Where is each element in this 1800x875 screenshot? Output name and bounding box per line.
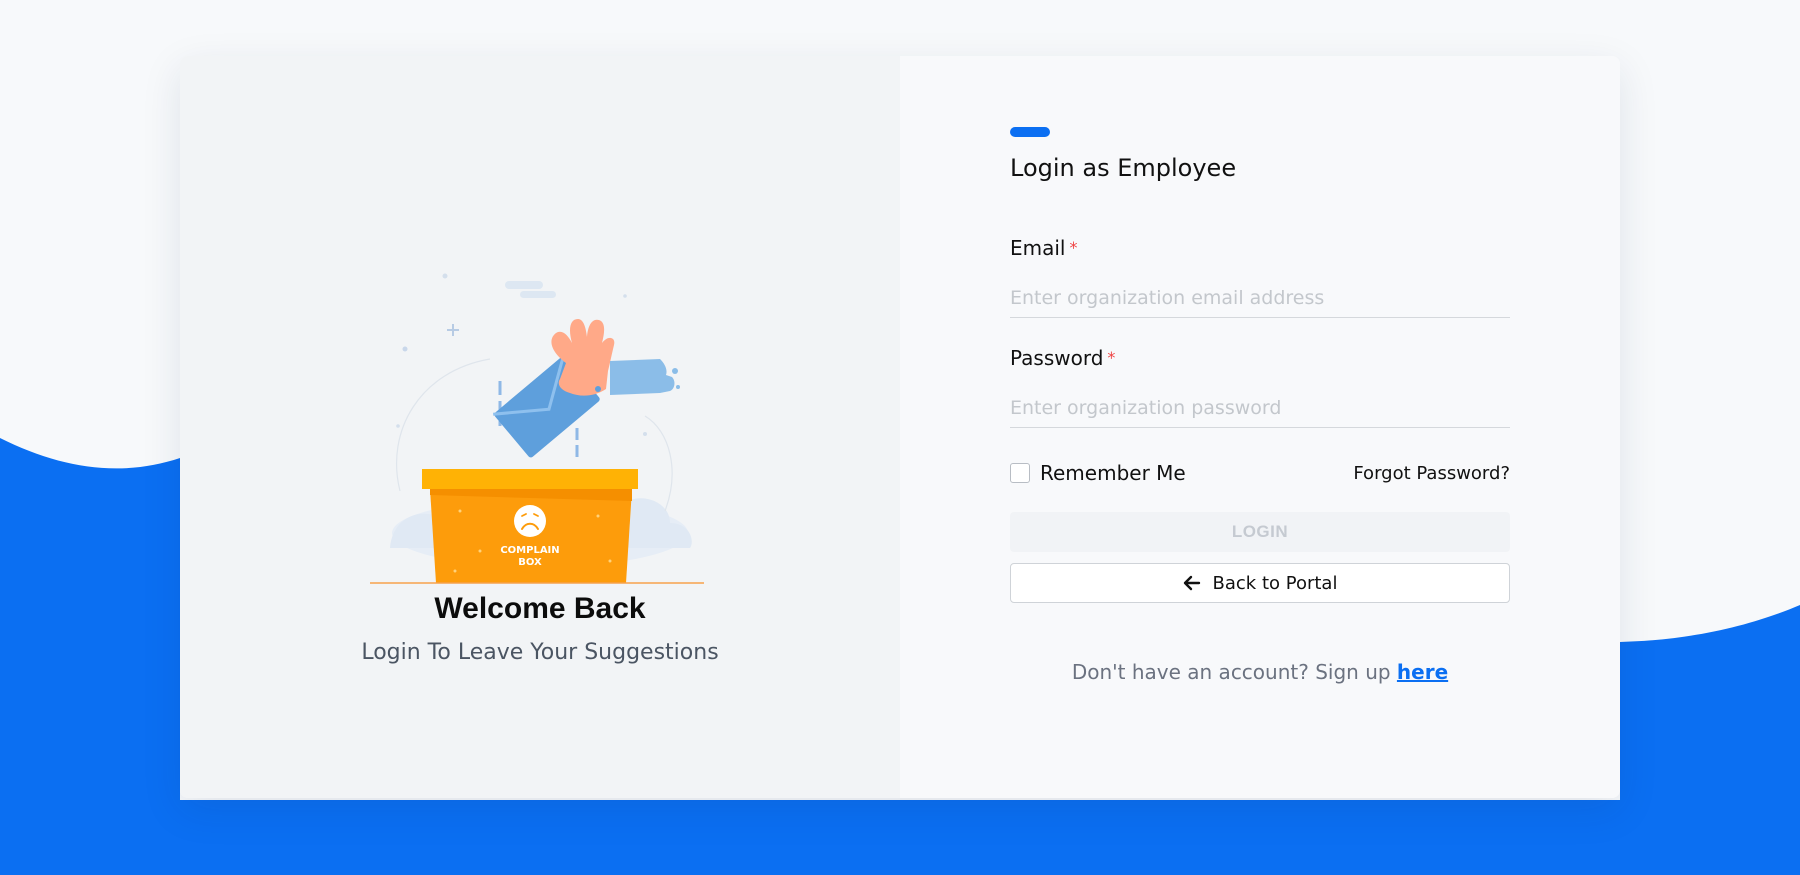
remember-me-control[interactable]: Remember Me (1010, 461, 1186, 485)
back-to-portal-button[interactable]: Back to Portal (1010, 563, 1510, 603)
signup-link[interactable]: here (1397, 660, 1448, 684)
remember-me-label[interactable]: Remember Me (1040, 461, 1186, 485)
email-required-mark: * (1069, 238, 1078, 257)
title-accent-bar (1010, 127, 1050, 137)
box-label-line2: BOX (518, 557, 542, 568)
remember-me-checkbox[interactable] (1010, 463, 1030, 483)
forgot-password-link[interactable]: Forgot Password? (1353, 463, 1510, 484)
signup-prompt: Don't have an account? Sign up here (1010, 660, 1510, 684)
remember-forgot-row: Remember Me Forgot Password? (1010, 458, 1510, 488)
login-button[interactable]: LOGIN (1010, 512, 1510, 552)
signup-prompt-text: Don't have an account? Sign up (1071, 660, 1397, 684)
back-to-portal-label: Back to Portal (1212, 572, 1338, 594)
password-label: Password * (1010, 346, 1115, 370)
password-label-text: Password (1010, 346, 1104, 370)
password-input[interactable] (1010, 388, 1510, 428)
box-label-line1: COMPLAIN (500, 545, 559, 556)
left-panel: COMPLAIN BOX Welcome Back Login To Leave… (180, 56, 900, 798)
login-form-panel: Login as Employee Email* Password* Remem… (900, 56, 1620, 798)
welcome-subtitle: Login To Leave Your Suggestions (361, 640, 719, 665)
complaint-box-illustration: COMPLAIN BOX (370, 273, 704, 584)
arrow-left-icon (1183, 575, 1201, 591)
password-required-mark: * (1107, 348, 1116, 367)
welcome-title: Welcome Back (434, 592, 646, 625)
form-title: Login as Employee (1010, 154, 1237, 182)
email-input[interactable] (1010, 278, 1510, 318)
login-card: COMPLAIN BOX Welcome Back Login To Leave… (180, 56, 1620, 798)
email-label-text: Email (1010, 236, 1066, 260)
email-label: Email * (1010, 236, 1078, 260)
